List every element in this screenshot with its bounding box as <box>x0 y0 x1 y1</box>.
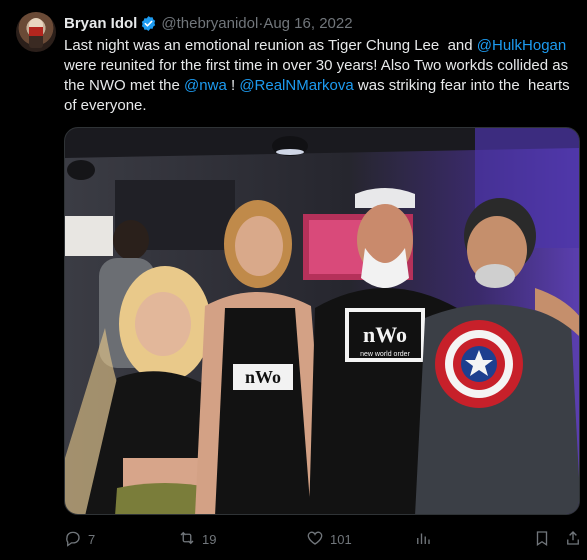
views-icon <box>414 529 432 550</box>
avatar-figure <box>29 18 43 48</box>
retweet-button[interactable]: 19 <box>178 528 216 550</box>
shirt-nwo-logo: nWo <box>363 322 407 347</box>
mention-hulkhogan[interactable]: @HulkHogan <box>477 37 566 54</box>
action-bar: 7 19 101 <box>64 528 584 550</box>
shirt-nwo-tagline: new world order <box>360 351 410 358</box>
text-segment: Last night was an emotional reunion as T… <box>64 37 477 54</box>
verified-badge-icon <box>140 15 157 32</box>
reply-icon <box>64 529 82 550</box>
mention-realnmarkova[interactable]: @RealNMarkova <box>239 77 353 94</box>
tank-nwo-logo: nWo <box>245 367 281 387</box>
bookmark-button[interactable] <box>533 528 551 550</box>
tweet-text: Last night was an emotional reunion as T… <box>64 36 584 116</box>
text-segment: ! <box>226 77 240 94</box>
like-icon <box>306 529 324 550</box>
tweet: Bryan Idol @thebryanidol · Aug 16, 2022 … <box>0 0 587 560</box>
reply-count: 7 <box>88 531 96 547</box>
tweet-header: Bryan Idol @thebryanidol · Aug 16, 2022 <box>64 13 353 33</box>
mention-nwa[interactable]: @nwa <box>184 77 227 94</box>
tweet-photo[interactable]: nWo nWo new world order <box>64 127 580 515</box>
views-button[interactable] <box>414 528 432 550</box>
share-icon <box>564 529 582 550</box>
reply-button[interactable]: 7 <box>64 528 95 550</box>
share-button[interactable] <box>564 528 582 550</box>
like-button[interactable]: 101 <box>306 528 352 550</box>
tweet-date[interactable]: Aug 16, 2022 <box>263 15 352 32</box>
avatar[interactable] <box>16 12 56 52</box>
like-count: 101 <box>330 531 352 547</box>
retweet-icon <box>178 529 196 550</box>
bookmark-icon <box>533 529 551 550</box>
photo-illustration: nWo nWo new world order <box>65 128 579 514</box>
author-name[interactable]: Bryan Idol <box>64 15 137 32</box>
retweet-count: 19 <box>202 531 217 547</box>
author-handle[interactable]: @thebryanidol <box>161 15 258 32</box>
